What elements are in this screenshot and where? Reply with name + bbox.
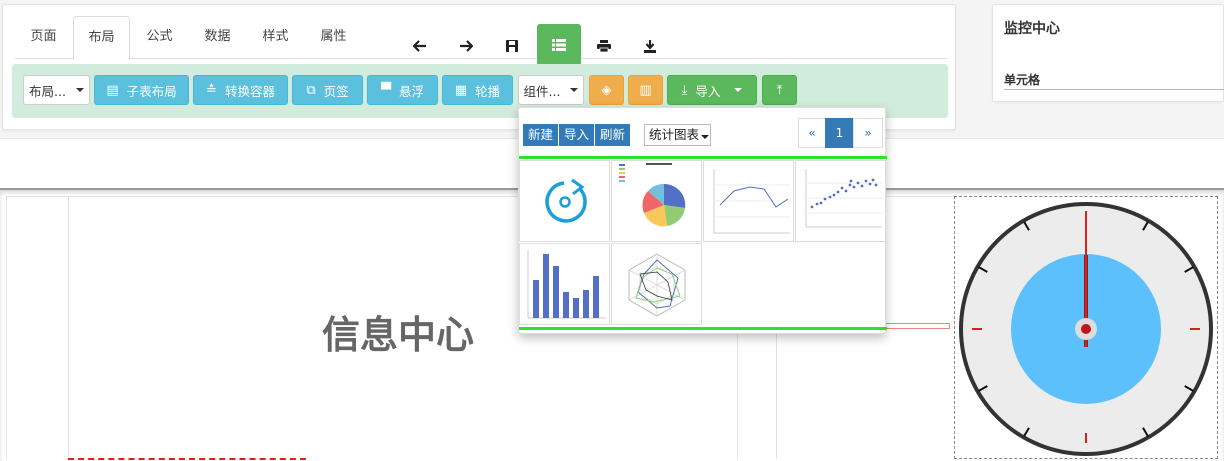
thumb-bar-chart[interactable] (519, 243, 610, 325)
chart-type-label: 统计图表 (649, 127, 700, 142)
eraser-icon: ◈ (601, 82, 612, 98)
float-icon: ▀ (380, 82, 391, 98)
export-button[interactable]: ⤒ (762, 75, 797, 105)
line-chart-icon (713, 169, 790, 234)
new-button[interactable]: 新建 (523, 124, 558, 146)
thumb-pie-chart[interactable] (611, 160, 702, 242)
columns-button[interactable]: ▥ (628, 75, 663, 105)
import-label: 导入 (695, 83, 721, 99)
download-icon[interactable] (629, 27, 671, 65)
export-icon: ⤒ (776, 82, 783, 98)
monitor-panel: 监控中心 单元格 (992, 4, 1224, 102)
cell-label: 单元格 (1004, 71, 1224, 90)
layout-dropdown-label: 布局... (29, 83, 66, 99)
convert-container-button[interactable]: ≛ 转换容器 (193, 75, 288, 105)
list-icon[interactable] (537, 24, 581, 66)
clock-connector-line (884, 323, 950, 329)
tab-bar: 页面 布局 公式 数据 样式 属性 (15, 16, 947, 66)
carousel-label: 轮播 (475, 83, 501, 99)
align-icon: ≛ (206, 82, 217, 98)
subtable-icon: ▤ (106, 82, 119, 98)
convert-container-label: 转换容器 (224, 83, 275, 99)
float-button[interactable]: ▀ 悬浮 (367, 75, 438, 105)
info-center-title[interactable]: 信息中心 (322, 304, 474, 359)
popup-separator-bottom (519, 327, 887, 330)
pager-prev[interactable]: « (798, 118, 826, 148)
thumb-scatter-chart[interactable] (795, 160, 886, 242)
clock-widget[interactable] (954, 196, 1218, 459)
tab-formula[interactable]: 公式 (131, 16, 188, 59)
film-icon: ▦ (454, 82, 468, 98)
grid-line (6, 196, 7, 459)
thumb-gauge[interactable] (519, 160, 610, 242)
clock-icon (959, 202, 1213, 456)
caret-down-icon (734, 88, 743, 92)
tab-layout[interactable]: 布局 (73, 16, 130, 60)
tab-style[interactable]: 样式 (247, 16, 304, 59)
chart-type-select[interactable]: 统计图表 (644, 124, 711, 146)
radar-chart-icon (628, 253, 686, 317)
thumb-line-chart[interactable] (703, 160, 794, 242)
save-icon[interactable] (491, 27, 533, 65)
tab-data[interactable]: 数据 (189, 16, 246, 59)
pager-current[interactable]: 1 (825, 118, 854, 148)
columns-icon: ▥ (639, 82, 652, 98)
component-dropdown[interactable]: 组件... (518, 75, 584, 105)
import-chart-button[interactable]: 导入 (559, 124, 594, 146)
refresh-button[interactable]: 刷新 (595, 124, 630, 146)
page-tab-label: 页签 (323, 83, 349, 99)
arrow-right-icon[interactable] (445, 27, 487, 65)
page-tab-button[interactable]: ⧉ 页签 (292, 75, 363, 105)
eraser-button[interactable]: ◈ (589, 75, 624, 105)
grid-line (68, 196, 69, 459)
subtable-layout-button[interactable]: ▤ 子表布局 (94, 75, 189, 105)
selection-dashed-line (68, 458, 306, 460)
caret-down-icon (701, 135, 710, 139)
layout-dropdown[interactable]: 布局... (23, 75, 90, 105)
print-icon[interactable] (583, 27, 625, 65)
caret-down-icon (75, 88, 84, 92)
tab-properties[interactable]: 属性 (305, 16, 362, 59)
scatter-chart-icon (805, 169, 882, 228)
chart-picker-popup: 新建 导入 刷新 统计图表 « 1 » (518, 107, 887, 334)
gauge-icon (545, 178, 587, 223)
arrow-left-icon[interactable] (399, 27, 441, 65)
popup-separator-top (519, 156, 887, 159)
monitor-title: 监控中心 (1004, 21, 1060, 37)
tab-page[interactable]: 页面 (15, 16, 72, 59)
carousel-button[interactable]: ▦ 轮播 (442, 75, 513, 105)
subtable-layout-label: 子表布局 (126, 83, 177, 99)
thumb-radar-chart[interactable] (611, 243, 702, 325)
import-icon: ⤓ (681, 82, 688, 98)
copy-icon: ⧉ (306, 82, 316, 98)
float-label: 悬浮 (398, 83, 424, 99)
import-button[interactable]: ⤓ 导入 (667, 75, 757, 105)
pie-chart-icon (619, 163, 686, 227)
bar-chart-icon (527, 250, 606, 319)
pager-next[interactable]: » (853, 118, 883, 148)
component-dropdown-label: 组件... (523, 83, 561, 99)
caret-down-icon (570, 88, 579, 92)
